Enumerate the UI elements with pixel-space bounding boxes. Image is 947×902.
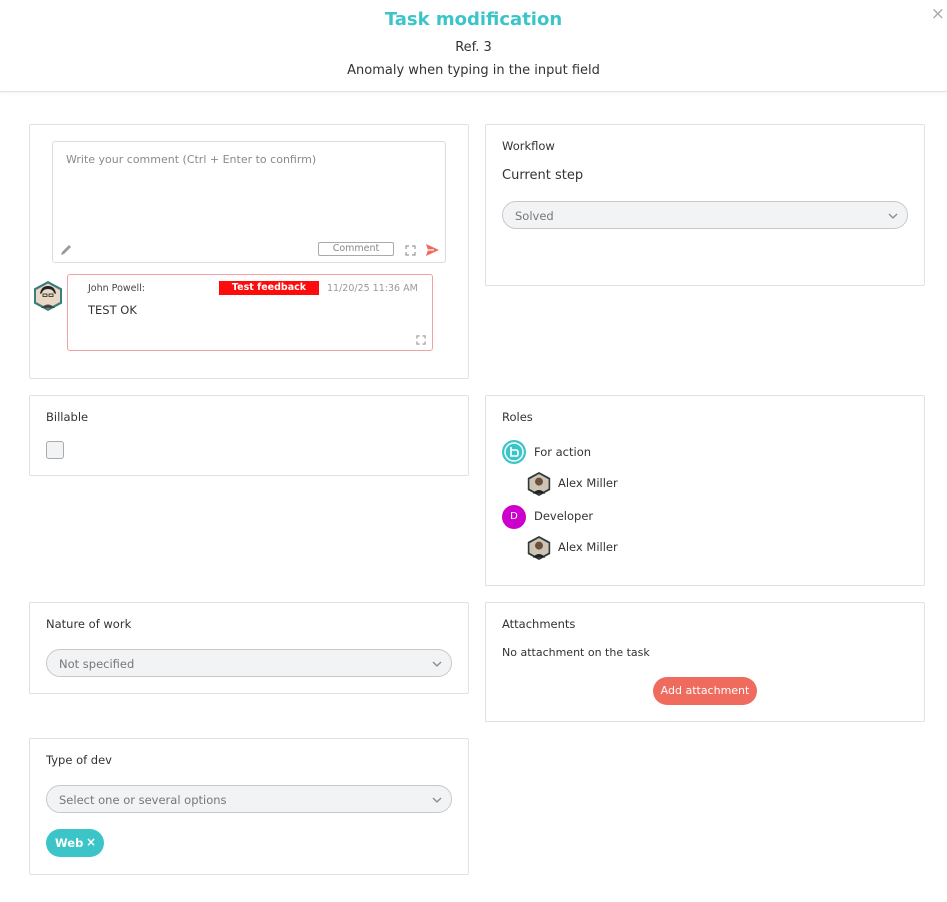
- chevron-down-icon: [888, 213, 898, 219]
- chevron-down-icon: [432, 661, 442, 667]
- add-attachment-button[interactable]: Add attachment: [653, 677, 757, 705]
- type-of-dev-placeholder: Select one or several options: [59, 793, 227, 807]
- comment-input[interactable]: Write your comment (Ctrl + Enter to conf…: [52, 141, 446, 263]
- type-of-dev-select[interactable]: Select one or several options: [46, 785, 452, 813]
- current-step-label: Current step: [502, 168, 584, 183]
- selected-tag: Web ×: [46, 829, 104, 857]
- attachments-label: Attachments: [502, 617, 576, 631]
- comment-text: TEST OK: [88, 303, 137, 317]
- role-assignee: Alex Miller: [558, 540, 618, 554]
- role-assignee: Alex Miller: [558, 476, 618, 490]
- modal-title: Task modification: [384, 9, 563, 30]
- task-subtitle: Anomaly when typing in the input field: [347, 63, 600, 78]
- comment-placeholder: Write your comment (Ctrl + Enter to conf…: [66, 153, 317, 166]
- roles-card: Roles For action Alex Miller D Developer…: [485, 395, 925, 586]
- comment-card: Write your comment (Ctrl + Enter to conf…: [29, 124, 469, 379]
- role-for-action: For action: [534, 445, 592, 459]
- type-of-dev-label: Type of dev: [46, 753, 112, 767]
- comment-button[interactable]: Comment: [318, 242, 394, 256]
- feedback-badge: Test feedback: [219, 281, 319, 295]
- for-action-icon: [502, 440, 526, 464]
- billable-card: Billable: [29, 395, 469, 476]
- workflow-value: Solved: [515, 209, 554, 223]
- no-attachment-text: No attachment on the task: [502, 646, 650, 659]
- billable-checkbox[interactable]: [46, 441, 64, 459]
- workflow-label: Workflow: [502, 139, 555, 153]
- attachments-card: Attachments No attachment on the task Ad…: [485, 602, 925, 722]
- nature-of-work-value: Not specified: [59, 657, 135, 671]
- close-icon[interactable]: ×: [931, 6, 945, 23]
- nature-of-work-card: Nature of work Not specified: [29, 602, 469, 694]
- send-icon[interactable]: [425, 243, 440, 257]
- pencil-icon[interactable]: [59, 243, 73, 257]
- developer-icon: D: [502, 505, 526, 529]
- modal-header: Task modification Ref. 3 Anomaly when ty…: [0, 0, 947, 92]
- tag-label: Web: [55, 836, 84, 850]
- workflow-select[interactable]: Solved: [502, 201, 908, 229]
- role-developer: Developer: [534, 509, 594, 523]
- chevron-down-icon: [432, 797, 442, 803]
- roles-label: Roles: [502, 410, 533, 424]
- remove-tag-icon[interactable]: ×: [86, 835, 96, 849]
- expand-icon[interactable]: [416, 335, 426, 345]
- workflow-card: Workflow Current step Solved: [485, 124, 925, 286]
- comment-entry: John Powell: Test feedback 11/20/25 11:3…: [67, 274, 433, 351]
- avatar: [34, 281, 62, 311]
- expand-icon[interactable]: [405, 245, 416, 256]
- nature-of-work-select[interactable]: Not specified: [46, 649, 452, 677]
- avatar: [527, 472, 551, 496]
- task-ref: Ref. 3: [455, 40, 492, 55]
- nature-of-work-label: Nature of work: [46, 617, 132, 631]
- type-of-dev-card: Type of dev Select one or several option…: [29, 738, 469, 875]
- comment-date: 11/20/25 11:36 AM: [327, 283, 418, 294]
- billable-label: Billable: [46, 410, 89, 424]
- avatar: [527, 536, 551, 560]
- comment-author: John Powell:: [88, 283, 145, 294]
